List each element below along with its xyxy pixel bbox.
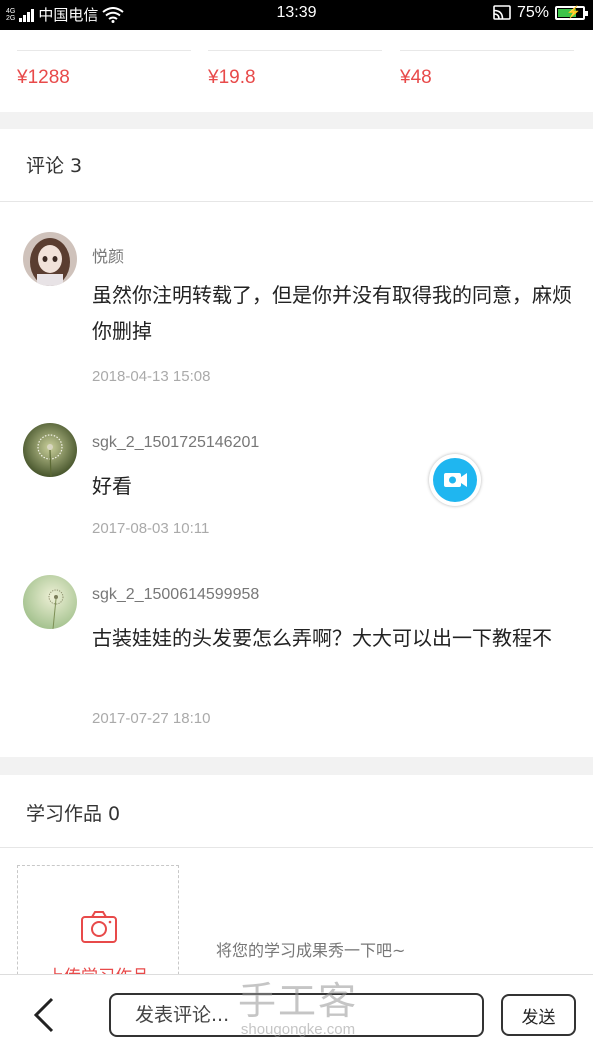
comment-time: 2017-08-03 10:11 xyxy=(92,520,210,537)
camera-icon xyxy=(81,911,117,943)
cast-icon xyxy=(493,5,511,20)
battery-icon: ⚡ xyxy=(555,5,588,20)
comment-bar: 发送 xyxy=(0,974,593,1055)
comment-input[interactable] xyxy=(109,993,484,1037)
divider xyxy=(0,201,593,202)
product-card[interactable]: ¥1288 xyxy=(17,30,191,89)
user-avatar[interactable] xyxy=(23,575,77,629)
upload-hint: 将您的学习成果秀一下吧~ xyxy=(216,941,406,960)
dandelion-avatar-icon xyxy=(23,575,77,629)
back-arrow-icon[interactable] xyxy=(28,995,60,1035)
comment-text: 虽然你注明转载了，但是你并没有取得我的同意，麻烦你删掉 xyxy=(92,283,572,343)
battery-percent: 75% xyxy=(516,4,549,21)
product-price: ¥48 xyxy=(400,67,432,88)
section-divider xyxy=(0,112,593,129)
video-camera-icon xyxy=(444,473,467,487)
comment-text: 好看 xyxy=(92,474,132,498)
dandelion-avatar-icon xyxy=(23,423,77,477)
section-divider xyxy=(0,757,593,775)
recommended-products: ¥1288 ¥19.8 ¥48 xyxy=(0,30,593,112)
comment-text: 古装娃娃的头发要怎么弄啊？大大可以出一下教程不 xyxy=(92,626,552,650)
send-button[interactable]: 发送 xyxy=(501,994,576,1036)
product-price: ¥1288 xyxy=(17,67,70,88)
video-record-button[interactable] xyxy=(429,454,481,506)
comment-username[interactable]: sgk_2_1500614599958 xyxy=(92,586,259,604)
comment-username[interactable]: sgk_2_1501725146201 xyxy=(92,434,259,452)
divider xyxy=(0,847,593,848)
comments-title: 评论 3 xyxy=(26,155,83,177)
status-bar: 4G 2G 中国电信 13:39 75% ⚡ xyxy=(0,0,593,30)
doll-avatar-icon xyxy=(23,232,77,286)
works-title: 学习作品 0 xyxy=(26,803,121,825)
user-avatar[interactable] xyxy=(23,232,77,286)
product-card[interactable]: ¥19.8 xyxy=(208,30,382,89)
comment-time: 2017-07-27 18:10 xyxy=(92,710,211,727)
user-avatar[interactable] xyxy=(23,423,77,477)
product-card[interactable]: ¥48 xyxy=(400,30,574,89)
comment-time: 2018-04-13 15:08 xyxy=(92,368,211,385)
product-price: ¥19.8 xyxy=(208,67,256,88)
comment-username[interactable]: 悦颜 xyxy=(92,243,124,267)
